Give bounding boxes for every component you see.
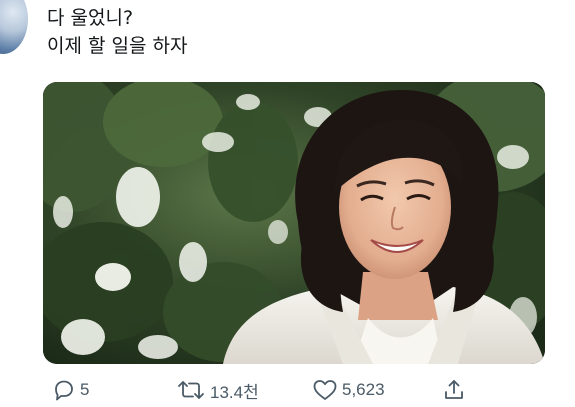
tweet-text: 다 울었니? 이제 할 일을 하자 xyxy=(47,4,187,60)
like-button[interactable]: 5,623 xyxy=(312,374,385,406)
tweet-line-1: 다 울었니? xyxy=(47,7,134,29)
tweet-actions: 5 13.4천 5,623 xyxy=(0,374,575,406)
tweet-photo[interactable] xyxy=(43,82,545,364)
retweet-button[interactable]: 13.4천 xyxy=(176,374,259,406)
heart-icon xyxy=(313,380,337,400)
tweet-line-2: 이제 할 일을 하자 xyxy=(47,35,188,57)
like-count: 5,623 xyxy=(342,380,385,399)
retweet-icon xyxy=(178,381,204,399)
reply-count: 5 xyxy=(80,380,90,399)
reply-button[interactable]: 5 xyxy=(52,374,89,406)
retweet-count: 13.4천 xyxy=(210,382,259,402)
tweet-card: 다 울었니? 이제 할 일을 하자 5 13.4천 5,623 xyxy=(0,0,575,407)
share-button[interactable] xyxy=(442,374,466,406)
photo-image xyxy=(43,82,545,364)
reply-icon xyxy=(55,380,73,401)
avatar[interactable] xyxy=(0,0,28,54)
share-icon xyxy=(445,380,463,399)
